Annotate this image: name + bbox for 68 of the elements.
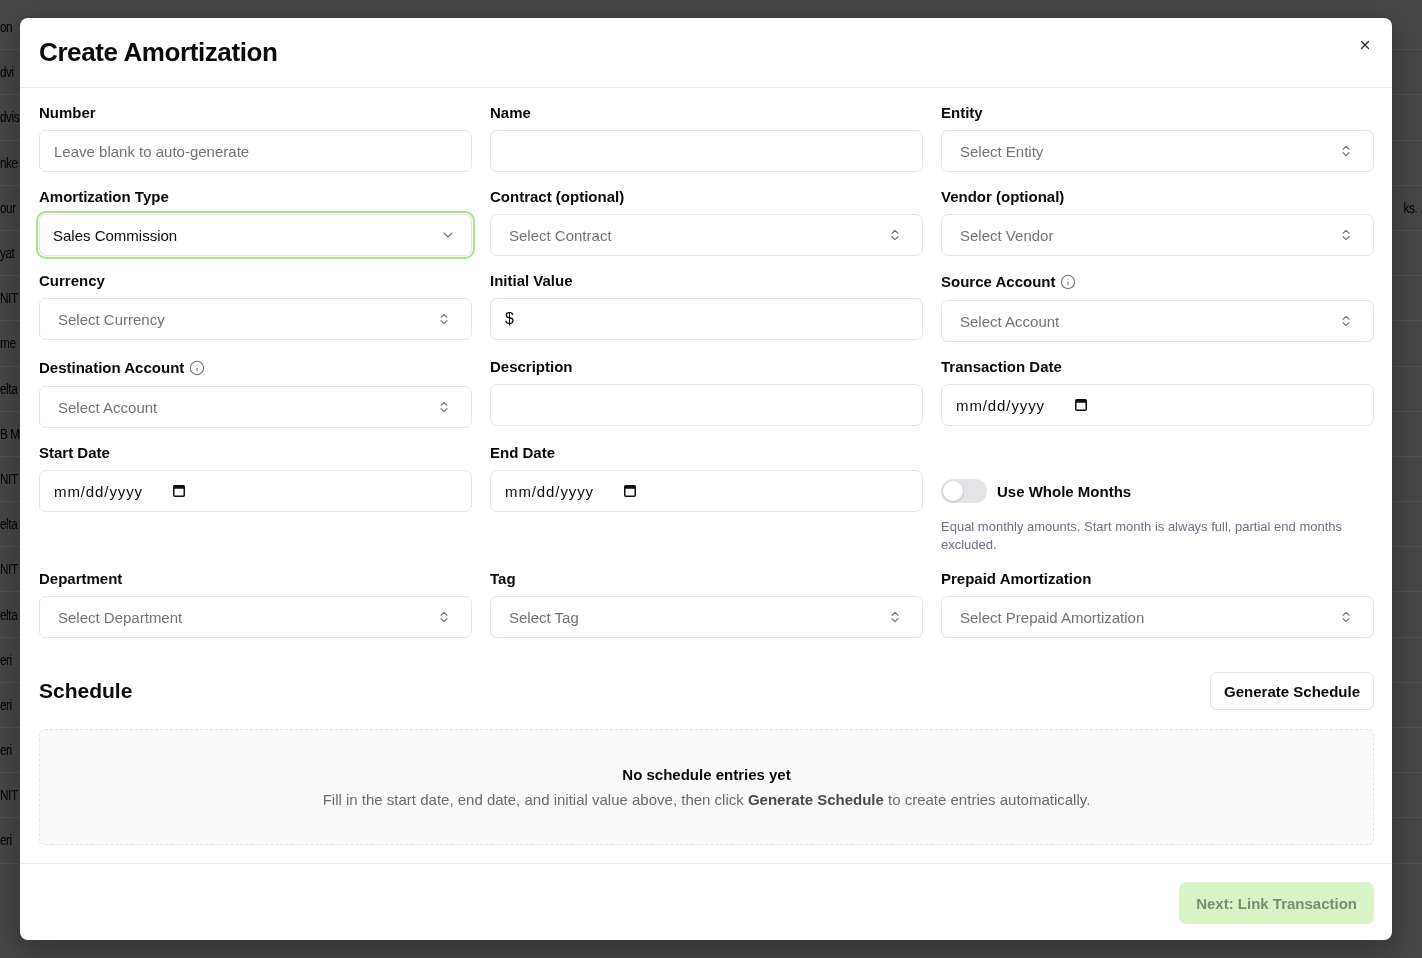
background-row-text: eri — [0, 832, 12, 849]
background-row-text: elta — [0, 606, 18, 623]
text-field[interactable]: Leave blank to auto-generate — [39, 130, 472, 172]
field-label: Source Account — [941, 273, 1056, 291]
background-row-text: NIT — [0, 290, 18, 307]
select-field[interactable]: Sales Commission — [36, 211, 475, 259]
select-field[interactable]: Select Prepaid Amortization — [941, 596, 1374, 638]
field-label: Currency — [39, 272, 105, 290]
field-label: Prepaid Amortization — [941, 570, 1092, 588]
empty-state-text: Fill in the start date, end date, and initial value above, then click Generate Schedule to create entries automatically. — [322, 791, 1091, 808]
background-row-text: our — [0, 199, 16, 216]
field-label: Department — [39, 570, 123, 588]
field-label: End Date — [490, 444, 555, 462]
background-row-text: NIT — [0, 470, 18, 487]
info-icon[interactable] — [1060, 274, 1077, 290]
hint-text: Equal monthly amounts. Start month is always full, partial end months excluded. — [941, 518, 1344, 554]
field-label: Transaction Date — [941, 358, 1062, 376]
background-row-text: B M — [0, 425, 20, 442]
field-label: Entity — [941, 104, 983, 122]
generate-schedule-button[interactable]: Generate Schedule — [1210, 672, 1374, 710]
close-icon — [1358, 38, 1372, 52]
toggle-label: Use Whole Months — [997, 482, 1132, 500]
select-field[interactable]: Select Vendor — [941, 214, 1374, 256]
background-row-text: elta — [0, 380, 18, 397]
background-row-text: NIT — [0, 561, 18, 578]
field-label: Tag — [490, 570, 516, 588]
field-label: Name — [490, 104, 531, 122]
background-row-text: nke — [0, 154, 18, 171]
text-field[interactable] — [490, 384, 923, 426]
toggle-switch[interactable] — [941, 479, 987, 503]
field-label: Destination Account — [39, 359, 185, 377]
date-field[interactable]: mm/dd/yyyy — [490, 470, 923, 512]
background-row-text: eri — [0, 651, 12, 668]
background-row-text: me — [0, 335, 16, 352]
field-label: Amortization Type — [39, 188, 169, 206]
info-icon[interactable] — [189, 360, 206, 376]
select-field[interactable]: Select Entity — [941, 130, 1374, 172]
field-label: Number — [39, 104, 96, 122]
select-field[interactable]: Select Contract — [490, 214, 923, 256]
select-field[interactable]: Select Account — [941, 300, 1374, 342]
background-row-text: yat — [0, 245, 15, 262]
select-field[interactable]: Select Account — [39, 386, 472, 428]
section-title: Schedule — [39, 679, 133, 703]
select-field[interactable]: Select Department — [39, 596, 472, 638]
background-row-text: dvi — [0, 64, 14, 81]
select-field[interactable]: Select Currency — [39, 298, 472, 340]
currency-input-field[interactable]: $ — [490, 298, 923, 340]
text-field[interactable] — [490, 130, 923, 172]
select-field[interactable]: Select Tag — [490, 596, 923, 638]
empty-state-title: No schedule entries yet — [622, 766, 791, 783]
background-row-text: eri — [0, 696, 12, 713]
calendar-icon[interactable] — [1075, 399, 1087, 411]
background-row-text: on — [0, 19, 13, 36]
calendar-icon[interactable] — [624, 485, 636, 497]
background-row-text: NIT — [0, 787, 18, 804]
dialog-title: Create Amortization — [39, 37, 278, 68]
background-row-text: eri — [0, 742, 12, 759]
background-row-text: ks. — [1403, 199, 1417, 216]
date-field[interactable]: mm/dd/yyyy — [39, 470, 472, 512]
background-row-text: dvis — [0, 109, 20, 126]
field-label: Contract (optional) — [490, 188, 625, 206]
field-label: Vendor (optional) — [941, 188, 1065, 206]
calendar-icon[interactable] — [173, 485, 185, 497]
field-label: Start Date — [39, 444, 110, 462]
background-row-text: elta — [0, 516, 18, 533]
field-label: Description — [490, 358, 573, 376]
date-field[interactable]: mm/dd/yyyy — [941, 384, 1374, 426]
field-label: Initial Value — [490, 272, 573, 290]
